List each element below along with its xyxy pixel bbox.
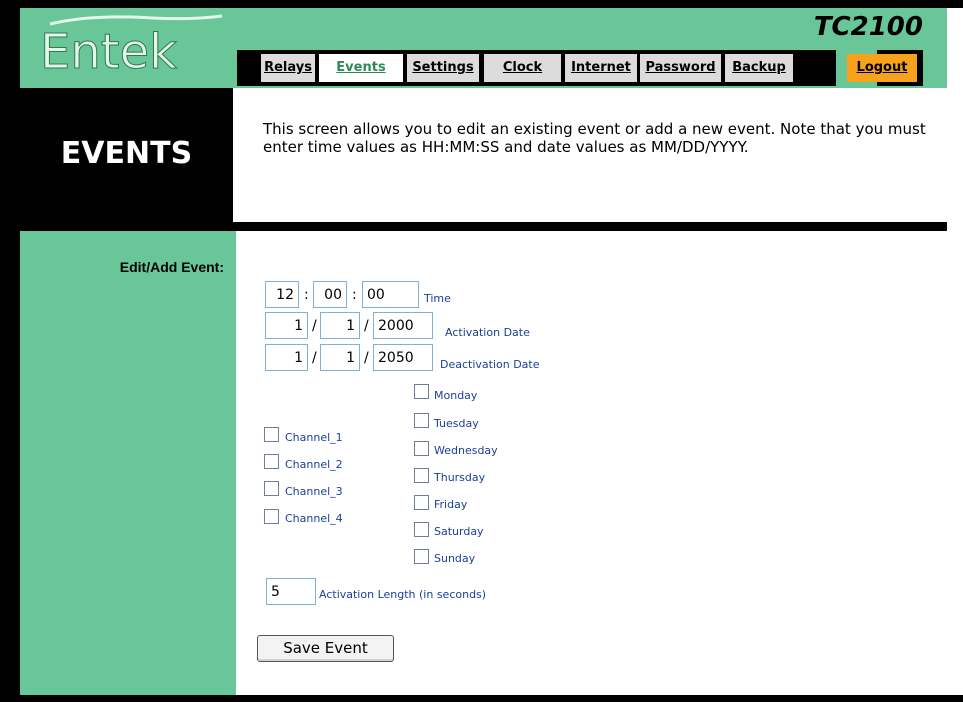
checkbox-thursday[interactable] [414,468,429,483]
activation-month-input[interactable] [265,312,308,339]
nav-tabs: Relays Events Settings Clock Internet Pa… [237,50,927,86]
day-label-sunday: Sunday [434,552,476,565]
checkbox-channel-3[interactable] [264,481,279,496]
save-event-button[interactable]: Save Event [257,635,394,662]
tab-password[interactable]: Password [640,54,721,82]
date-separator: / [312,318,317,334]
tab-clock[interactable]: Clock [484,54,561,82]
time-separator: : [352,287,357,303]
activation-length-label: Activation Length (in seconds) [319,588,487,601]
left-border [0,0,20,702]
model-name: TC2100 [813,12,923,42]
day-label-wednesday: Wednesday [434,444,498,457]
checkbox-saturday[interactable] [414,522,429,537]
tab-backup[interactable]: Backup [725,54,793,82]
checkbox-channel-1[interactable] [264,427,279,442]
date-separator: / [364,318,369,334]
page-banner: EVENTS [20,88,233,222]
top-border [0,0,963,8]
page: Entek TC2100 Relays Events Settings Cloc… [0,0,963,702]
page-title: EVENTS [60,136,193,171]
channel-label-2: Channel_2 [285,458,343,471]
time-minutes-input[interactable] [313,281,347,308]
activation-date-label: Activation Date [445,326,530,339]
divider [20,222,947,231]
channel-label-1: Channel_1 [285,431,343,444]
page-description: This screen allows you to edit an existi… [263,120,926,156]
channel-label-3: Channel_3 [285,485,343,498]
checkbox-channel-4[interactable] [264,509,279,524]
deactivation-month-input[interactable] [265,344,308,371]
activation-day-input[interactable] [320,312,360,339]
checkbox-friday[interactable] [414,495,429,510]
checkbox-sunday[interactable] [414,549,429,564]
activation-length-input[interactable] [266,578,316,605]
tab-relays[interactable]: Relays [261,54,315,82]
tab-internet[interactable]: Internet [565,54,637,82]
checkbox-tuesday[interactable] [414,413,429,428]
time-separator: : [304,287,309,303]
date-separator: / [364,350,369,366]
time-seconds-input[interactable] [362,281,419,308]
time-hours-input[interactable] [265,281,299,308]
tab-settings[interactable]: Settings [407,54,479,82]
logo-text: Entek [40,24,177,80]
bottom-border [0,695,963,702]
section-label: Edit/Add Event: [119,259,224,275]
tab-events[interactable]: Events [319,54,403,82]
time-label: Time [424,292,451,305]
activation-year-input[interactable] [373,312,433,339]
tab-logout[interactable]: Logout [847,54,917,82]
deactivation-day-input[interactable] [320,344,360,371]
deactivation-date-label: Deactivation Date [440,358,540,371]
day-label-saturday: Saturday [434,525,484,538]
form-sidebar: Edit/Add Event: [20,231,236,695]
channel-label-4: Channel_4 [285,512,343,525]
day-label-friday: Friday [434,498,468,511]
entek-logo: Entek [40,14,223,81]
checkbox-monday[interactable] [414,384,429,399]
date-separator: / [312,350,317,366]
deactivation-year-input[interactable] [373,344,433,371]
day-label-monday: Monday [434,389,478,402]
checkbox-wednesday[interactable] [414,441,429,456]
day-label-thursday: Thursday [434,471,486,484]
day-label-tuesday: Tuesday [434,417,479,430]
checkbox-channel-2[interactable] [264,454,279,469]
